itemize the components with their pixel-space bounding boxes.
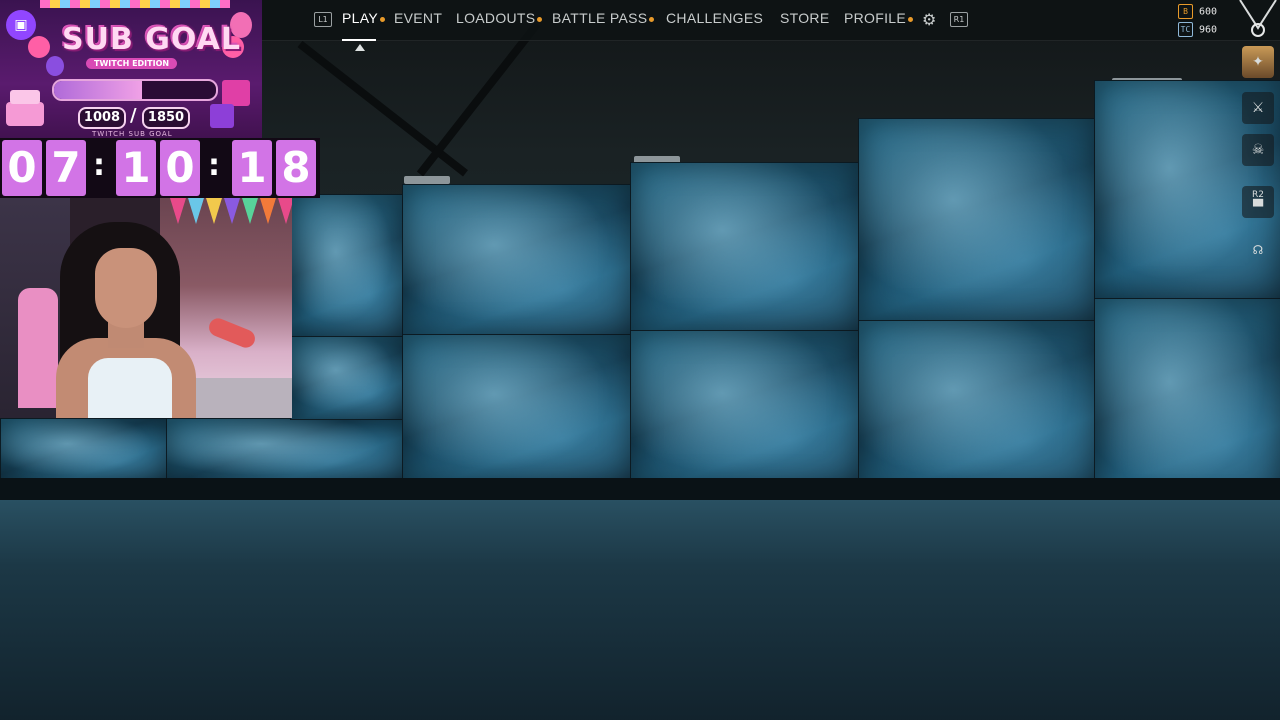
dog-tag-icon[interactable]	[1236, 0, 1280, 40]
active-tab-marker	[355, 44, 365, 51]
gift-icon	[210, 104, 234, 128]
goal-footer: TWITCH SUB GOAL	[92, 130, 173, 138]
reflective-floor	[0, 500, 1280, 720]
r2-button-hint: R2	[1252, 189, 1264, 200]
tab-challenges[interactable]: CHALLENGES	[666, 10, 763, 30]
cod-points-icon: B	[1178, 4, 1193, 19]
video-wall-panel	[166, 418, 404, 482]
tokens-icon: TC	[1178, 22, 1193, 37]
timer-digit: 8	[276, 140, 316, 196]
tab-play-label: PLAY	[342, 10, 378, 26]
video-wall-panel	[290, 336, 404, 420]
party-bunting	[40, 0, 230, 8]
video-wall-panel	[290, 194, 404, 338]
tab-profile-label: PROFILE	[844, 10, 907, 26]
cod-points-value: 600	[1199, 6, 1218, 18]
tab-event-label: EVENT	[394, 10, 443, 26]
ceiling-lamp	[404, 176, 450, 184]
speech-bubble-icon: ▀	[1253, 199, 1263, 215]
tab-play[interactable]: PLAY	[342, 10, 385, 30]
gear-icon[interactable]: ⚙	[922, 10, 936, 29]
twitch-icon: ▣	[6, 10, 36, 40]
party-flags	[170, 198, 292, 246]
cod-points-display[interactable]: B 600	[1178, 4, 1218, 19]
goal-subtitle: TWITCH EDITION	[86, 58, 178, 69]
video-wall-panel	[1094, 298, 1280, 508]
timer-colon: :	[93, 148, 105, 183]
tokens-value: 960	[1199, 24, 1218, 36]
tab-battle-pass-label: BATTLE PASS	[552, 10, 648, 26]
timer-digit: 1	[116, 140, 156, 196]
tab-challenges-label: CHALLENGES	[666, 10, 764, 26]
video-wall-panel	[402, 184, 632, 336]
notification-dot	[379, 16, 385, 22]
timer-colon: :	[208, 148, 220, 183]
tab-profile[interactable]: PROFILE	[844, 10, 914, 30]
streamer-webcam	[0, 198, 292, 418]
video-wall-panel	[858, 320, 1096, 494]
balloon	[46, 56, 64, 76]
notification-dot	[649, 16, 655, 22]
gift-icon	[222, 80, 250, 106]
sub-goal-widget: ▣ SUB GOAL TWITCH EDITION 1008 / 1850 TW…	[0, 0, 262, 140]
video-wall-panel	[858, 118, 1096, 322]
heart-balloon	[28, 36, 50, 58]
tab-battle-pass[interactable]: BATTLE PASS	[552, 10, 655, 30]
timer-digit: 7	[46, 140, 86, 196]
birthday-cake-icon	[2, 80, 46, 128]
gaming-chair	[18, 288, 58, 408]
emblem-icon[interactable]: ✦	[1242, 46, 1274, 78]
streamer-top	[88, 358, 172, 418]
tab-loadouts-label: LOADOUTS	[456, 10, 536, 26]
video-wall-panel	[630, 162, 860, 332]
notification-dot	[908, 16, 914, 22]
chat-icon[interactable]: R2 ▀	[1242, 186, 1274, 218]
goal-current-count: 1008	[78, 107, 126, 129]
video-wall-panel	[630, 330, 860, 488]
skull-icon[interactable]: ☠	[1242, 134, 1274, 166]
goal-target-count: 1850	[142, 107, 190, 129]
tab-event[interactable]: EVENT	[394, 10, 442, 30]
main-menu-bar: L1 PLAY EVENT LOADOUTS BATTLE PASS CHALL…	[262, 0, 1280, 41]
timer-digit: 0	[2, 140, 42, 196]
tokens-display[interactable]: TC 960	[1178, 22, 1218, 37]
r1-button-hint[interactable]: R1	[950, 12, 968, 27]
goal-progress-bar	[52, 79, 218, 101]
goal-title: SUB GOAL	[62, 22, 241, 57]
timer-digit: 0	[160, 140, 200, 196]
tab-store-label: STORE	[780, 10, 830, 26]
desk	[190, 378, 292, 418]
video-wall-panel	[402, 334, 632, 484]
timer-digit: 1	[232, 140, 272, 196]
goal-progress-fill	[54, 81, 143, 99]
weapon-icon[interactable]: ⚔	[1242, 92, 1274, 124]
tab-loadouts[interactable]: LOADOUTS	[456, 10, 543, 30]
l1-button-hint[interactable]: L1	[314, 12, 332, 27]
stream-timer: 0 7 : 1 0 : 1 8	[0, 138, 320, 198]
active-tab-indicator	[342, 39, 376, 41]
streamer-face	[95, 248, 157, 328]
notification-dot	[537, 16, 543, 22]
goal-separator: /	[130, 105, 137, 126]
social-icon[interactable]: ☊	[1242, 234, 1274, 266]
tab-store[interactable]: STORE	[780, 10, 829, 30]
video-wall-panel	[0, 418, 168, 482]
